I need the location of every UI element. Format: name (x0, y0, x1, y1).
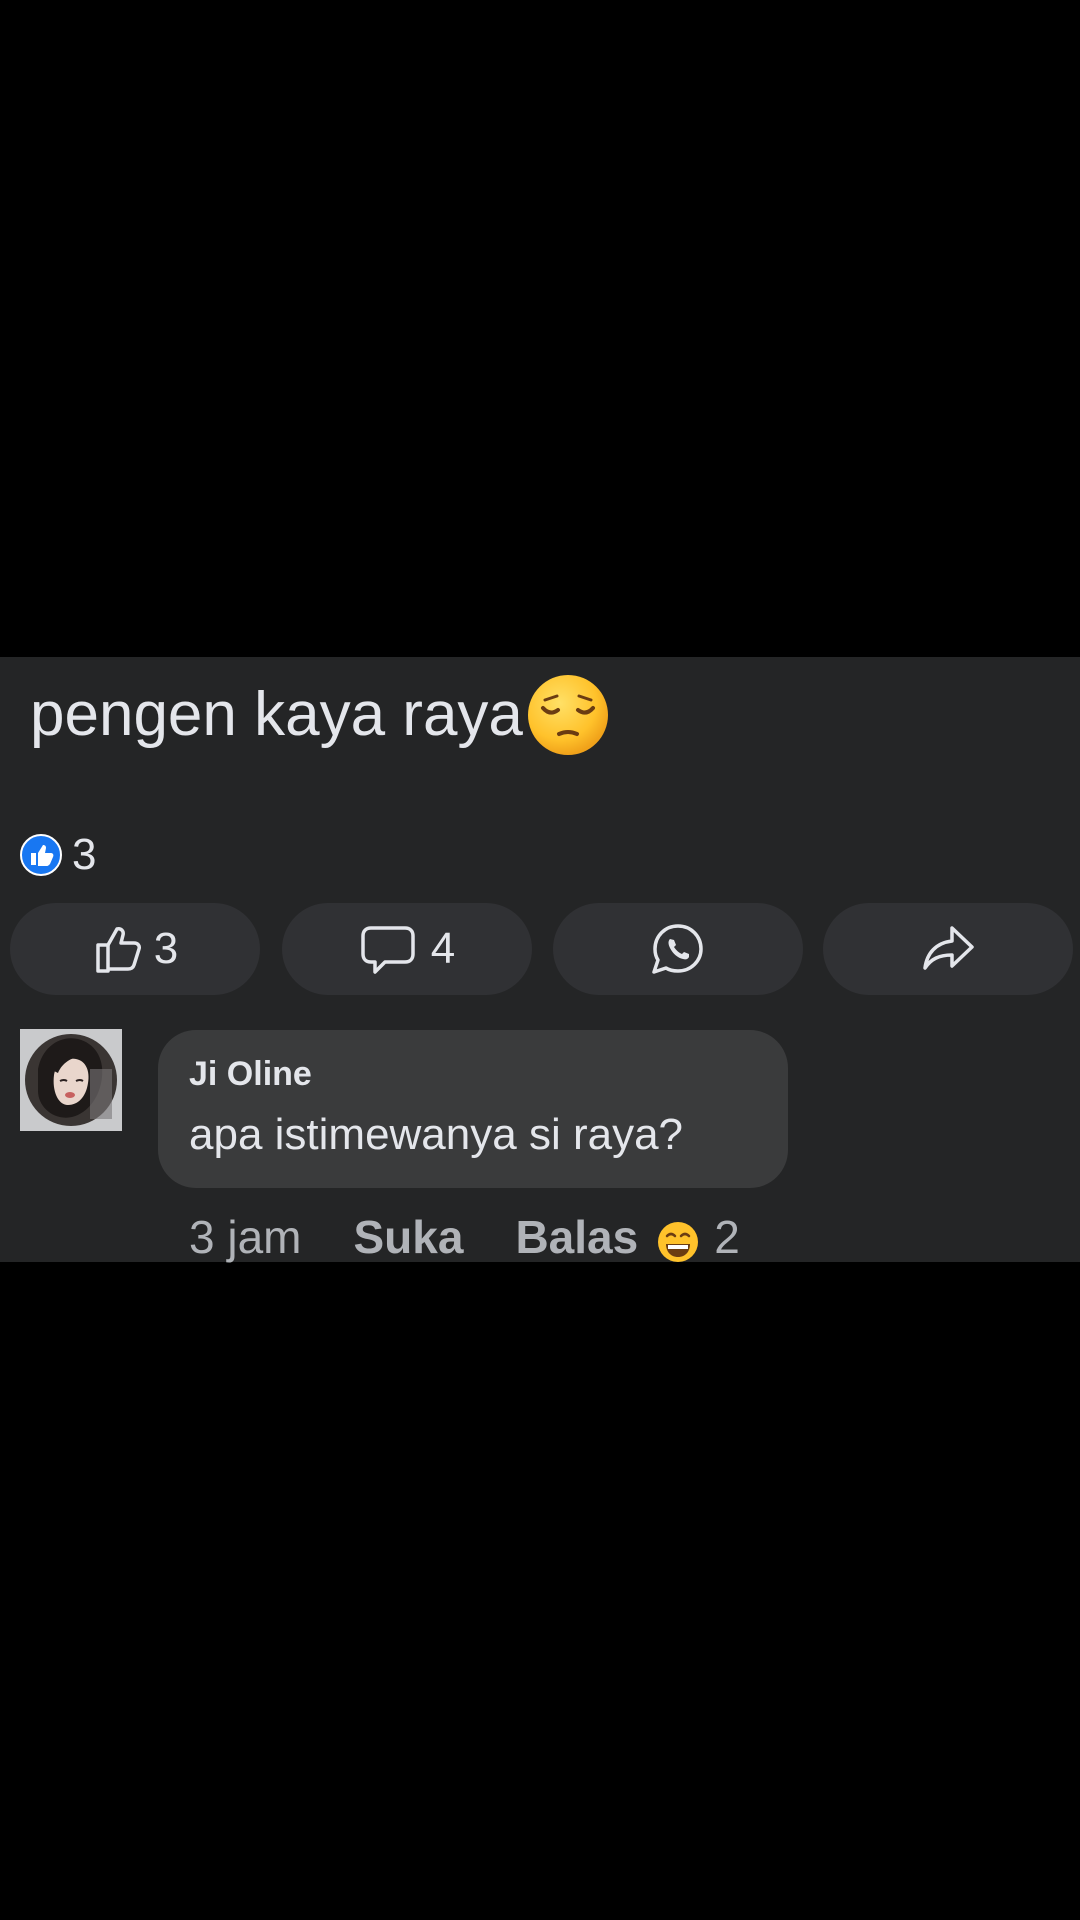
pensive-emoji-icon (527, 675, 608, 755)
comment-meta-row: 3 jam Suka Balas 2 (189, 1210, 740, 1264)
like-button[interactable]: 3 (10, 903, 260, 995)
post-text-row: pengen kaya raya (30, 672, 611, 758)
comment-icon (361, 926, 415, 974)
comment-text: apa istimewanya si raya? (189, 1110, 684, 1159)
comment-count: 4 (430, 924, 456, 973)
comment-like-link[interactable]: Suka (353, 1210, 463, 1264)
grinning-emoji-icon[interactable] (656, 1220, 700, 1264)
comment-reply-link[interactable]: Balas (515, 1210, 638, 1264)
avatar-photo (20, 1029, 122, 1131)
comment-reaction-count[interactable]: 2 (714, 1210, 740, 1264)
comment-button[interactable]: 4 (282, 903, 532, 995)
commenter-avatar[interactable] (20, 1029, 122, 1131)
comment-bubble[interactable] (158, 1030, 788, 1188)
comment-time[interactable]: 3 jam (189, 1210, 301, 1264)
whatsapp-icon (652, 924, 703, 974)
commenter-name[interactable]: Ji Oline (189, 1055, 312, 1094)
share-arrow-icon (923, 926, 974, 970)
like-count: 3 (153, 924, 179, 973)
thumbs-up-icon (96, 927, 141, 973)
share-button[interactable] (823, 903, 1073, 995)
like-reaction-icon (20, 834, 62, 876)
reaction-count: 3 (72, 830, 97, 879)
reaction-summary[interactable]: 3 (20, 830, 96, 880)
whatsapp-share-button[interactable] (553, 903, 803, 995)
post-text: pengen kaya raya (30, 680, 523, 749)
